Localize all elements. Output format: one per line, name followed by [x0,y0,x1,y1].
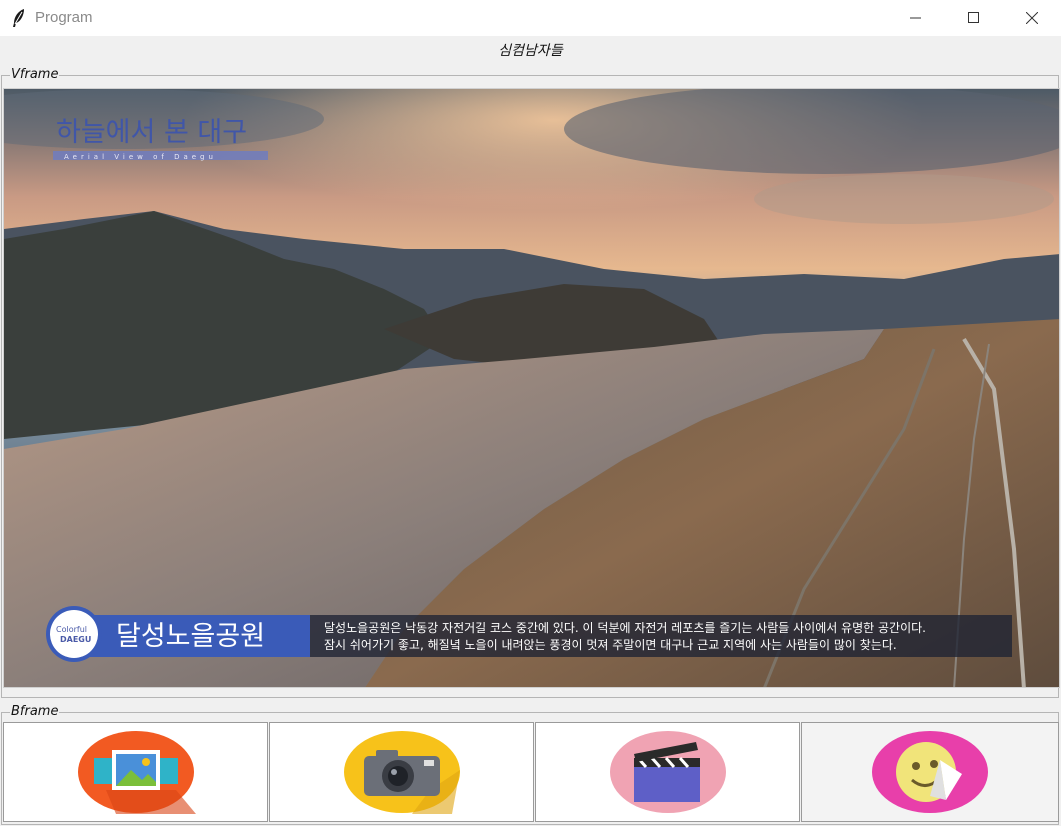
camera-icon [343,731,460,814]
feather-icon [13,9,24,27]
vframe-label: Vframe [10,67,60,82]
place-name: 달성노을공원 [116,621,265,652]
sticker-face-icon [872,731,988,813]
caption-line-2: 잠시 쉬어가기 좋고, 해질녘 노을이 내려앉는 풍경이 멋져 주말이면 대구나… [324,638,897,652]
camera-button[interactable] [269,722,534,822]
video-player[interactable]: 하늘에서 본 대구 Aerial View of Daegu Colorful … [3,88,1060,688]
close-icon [1026,12,1038,24]
minimize-button[interactable] [888,0,944,36]
maximize-button[interactable] [946,0,1002,36]
sticker-button[interactable] [801,722,1059,822]
minimize-icon [910,17,921,19]
video-frame: 하늘에서 본 대구 Aerial View of Daegu Colorful … [4,89,1059,687]
maximize-icon [968,12,979,23]
caption-line-1: 달성노을공원은 낙동강 자전거길 코스 중간에 있다. 이 덕분에 자전거 레포… [324,621,926,635]
video-button[interactable] [535,722,800,822]
picture-icon [77,731,196,814]
app-heading: 심컴남자들 [498,43,563,59]
logo-text-2: DAEGU [60,635,91,644]
picture-button[interactable] [3,722,268,822]
window-title: Program [35,9,93,26]
bframe-label: Bframe [10,704,60,719]
video-title: 하늘에서 본 대구 [56,117,247,148]
clapperboard-icon [609,731,726,813]
title-bar: Program [0,0,1061,36]
close-button[interactable] [1004,0,1060,36]
video-subtitle: Aerial View of Daegu [64,153,217,161]
logo-text-1: Colorful [56,625,87,634]
